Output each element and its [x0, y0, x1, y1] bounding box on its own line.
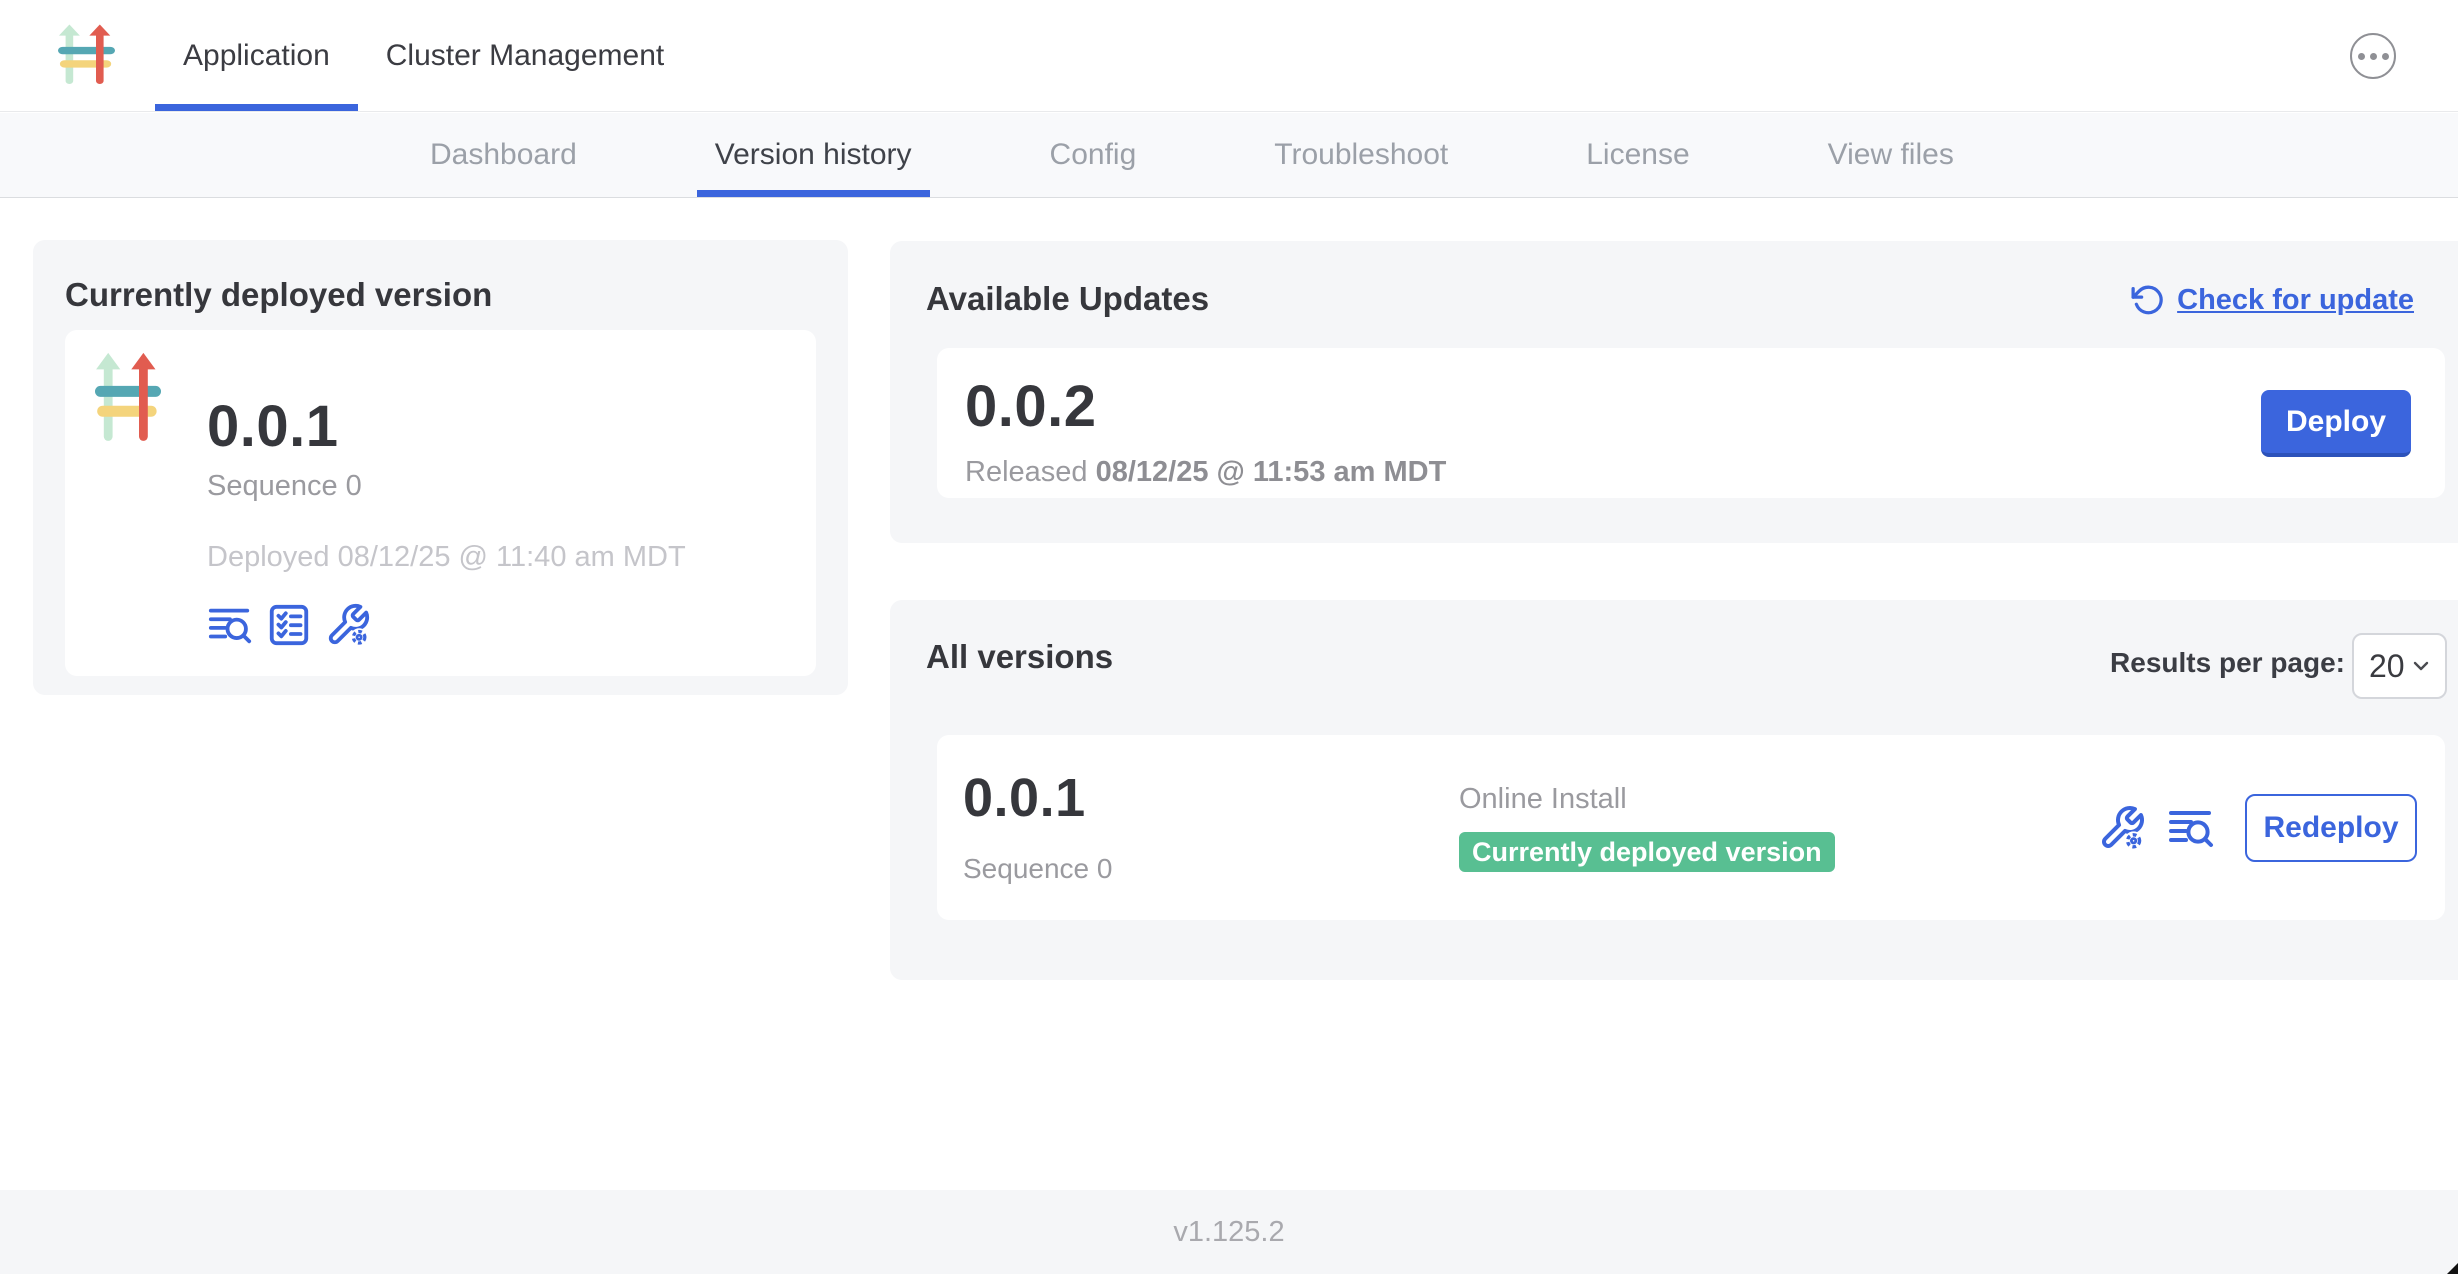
- chevron-down-icon: [2409, 654, 2433, 678]
- currently-deployed-card: Currently deployed version 0.0.1 Sequenc…: [33, 240, 848, 695]
- update-version-panel: 0.0.2 Released 08/12/25 @ 11:53 am MDT D…: [937, 348, 2445, 498]
- redeploy-button[interactable]: Redeploy: [2245, 794, 2417, 862]
- app-logo-icon: [58, 23, 115, 87]
- ellipsis-dot: [2358, 53, 2365, 60]
- released-prefix: Released: [965, 456, 1088, 488]
- version-row-status: Online Install Currently deployed versio…: [1459, 783, 2098, 872]
- diff-icon[interactable]: [2167, 804, 2215, 852]
- tab-license[interactable]: License: [1568, 113, 1707, 197]
- ellipsis-dot: [2382, 53, 2389, 60]
- deploy-button[interactable]: Deploy: [2261, 390, 2411, 457]
- ellipsis-menu-button[interactable]: [2350, 33, 2396, 79]
- console-version-label: v1.125.2: [1173, 1216, 1284, 1249]
- install-type-label: Online Install: [1459, 783, 2098, 816]
- app-footer: v1.125.2: [0, 1190, 2458, 1274]
- tab-version-history[interactable]: Version history: [697, 113, 930, 197]
- cursor-artifact: [2445, 1261, 2458, 1274]
- results-per-page-label: Results per page:: [2110, 647, 2345, 679]
- ellipsis-dot: [2370, 53, 2377, 60]
- tab-dashboard[interactable]: Dashboard: [412, 113, 595, 197]
- deployed-action-icons: [207, 602, 686, 648]
- header-tabs: Application Cluster Management: [155, 0, 692, 111]
- released-date: 08/12/25 @ 11:53 am MDT: [1096, 456, 1447, 488]
- tab-config[interactable]: Config: [1032, 113, 1155, 197]
- all-versions-card: All versions Results per page: 20 0.0.1 …: [890, 600, 2458, 980]
- version-row: 0.0.1 Sequence 0 Online Install Currentl…: [937, 735, 2445, 920]
- results-per-page-value: 20: [2369, 648, 2409, 685]
- deployed-version-panel: 0.0.1 Sequence 0 Deployed 08/12/25 @ 11:…: [65, 330, 816, 676]
- tab-application[interactable]: Application: [155, 0, 358, 111]
- config-edit-icon[interactable]: [325, 602, 371, 648]
- app-logo-icon: [95, 350, 161, 446]
- status-badge: Currently deployed version: [1459, 832, 1835, 872]
- version-row-info: 0.0.1 Sequence 0: [963, 771, 1459, 885]
- app-subnav: Dashboard Version history Config Trouble…: [0, 113, 2458, 198]
- update-released-timestamp: Released 08/12/25 @ 11:53 am MDT: [965, 456, 2445, 489]
- deployed-card-title: Currently deployed version: [33, 240, 848, 314]
- header-spacer: [692, 0, 2350, 111]
- config-edit-icon[interactable]: [2098, 804, 2146, 852]
- deployed-version-number: 0.0.1: [207, 398, 686, 456]
- app-header: Application Cluster Management: [0, 0, 2458, 112]
- tab-view-files[interactable]: View files: [1810, 113, 1972, 197]
- tab-troubleshoot[interactable]: Troubleshoot: [1256, 113, 1466, 197]
- available-updates-card: Available Updates Check for update 0.0.2…: [890, 241, 2458, 543]
- deployed-version-info: 0.0.1 Sequence 0 Deployed 08/12/25 @ 11:…: [207, 398, 686, 648]
- results-per-page-select[interactable]: 20: [2352, 633, 2447, 699]
- refresh-icon: [2131, 283, 2165, 317]
- version-row-actions: Redeploy: [2098, 794, 2417, 862]
- check-for-update-link[interactable]: Check for update: [2131, 283, 2414, 317]
- row-sequence: Sequence 0: [963, 853, 1459, 885]
- deployed-timestamp: Deployed 08/12/25 @ 11:40 am MDT: [207, 541, 686, 574]
- admin-console-screen: Application Cluster Management Dashboard…: [0, 0, 2458, 1274]
- preflight-checks-icon[interactable]: [266, 602, 312, 648]
- row-version-number: 0.0.1: [963, 771, 1459, 825]
- tab-cluster-management[interactable]: Cluster Management: [358, 0, 692, 111]
- check-for-update-label: Check for update: [2177, 284, 2414, 317]
- deployed-sequence: Sequence 0: [207, 470, 686, 503]
- diff-icon[interactable]: [207, 602, 253, 648]
- update-version-number: 0.0.2: [965, 378, 2445, 436]
